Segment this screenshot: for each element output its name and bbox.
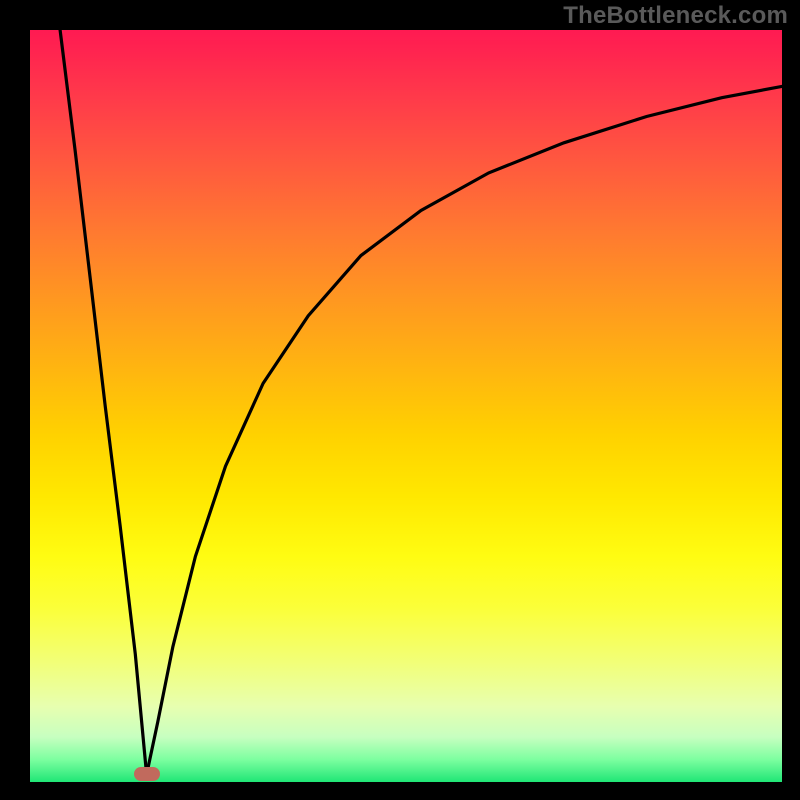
chart-frame: TheBottleneck.com <box>0 0 800 800</box>
curve-left-branch <box>60 30 147 775</box>
curve-right-branch <box>147 86 782 774</box>
plot-area <box>30 30 782 782</box>
watermark-text: TheBottleneck.com <box>563 2 788 30</box>
minimum-marker <box>134 767 160 781</box>
curve-layer <box>30 30 782 782</box>
